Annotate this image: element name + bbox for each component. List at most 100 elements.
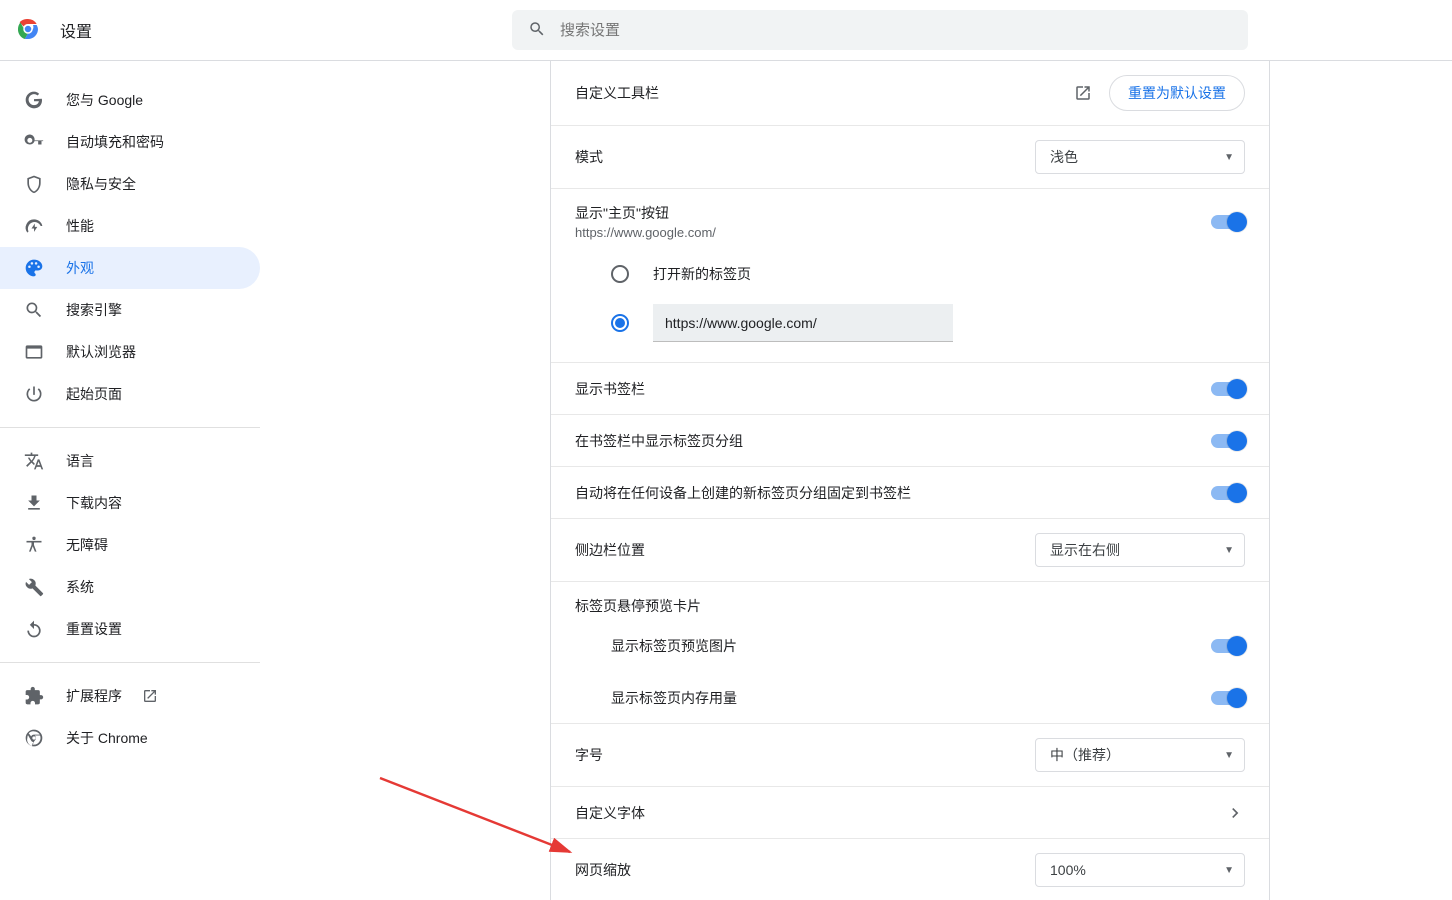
sidebar-item-performance[interactable]: 性能 (0, 205, 260, 247)
sidebar-label: 关于 Chrome (66, 728, 148, 748)
chrome-logo-icon (16, 17, 60, 44)
toggle-show-tab-groups[interactable] (1211, 434, 1245, 448)
sidebar-label: 性能 (66, 216, 94, 236)
label: 显示书签栏 (575, 379, 645, 399)
google-g-icon (24, 90, 44, 110)
row-pin-tab-groups: 自动将在任何设备上创建的新标签页分组固定到书签栏 (551, 467, 1269, 519)
sidebar-item-autofill[interactable]: 自动填充和密码 (0, 121, 260, 163)
sidebar-label: 无障碍 (66, 535, 108, 555)
sidebar-item-default-browser[interactable]: 默认浏览器 (0, 331, 260, 373)
label: 显示"主页"按钮 (575, 203, 716, 223)
caret-down-icon: ▼ (1224, 865, 1234, 876)
sidebar-item-about-chrome[interactable]: 关于 Chrome (0, 717, 260, 759)
sidebar-label: 扩展程序 (66, 686, 122, 706)
row-sidebar-position: 侧边栏位置 显示在右侧 ▼ (551, 519, 1269, 582)
sidebar-label: 重置设置 (66, 619, 122, 639)
caret-down-icon: ▼ (1224, 152, 1234, 163)
row-hover-card-memory: 显示标签页内存用量 (551, 672, 1269, 724)
toggle-hover-card-memory[interactable] (1211, 691, 1245, 705)
sidebar-position-select[interactable]: 显示在右侧 ▼ (1035, 533, 1245, 567)
label: 自定义字体 (575, 803, 645, 823)
settings-panel: 自定义工具栏 重置为默认设置 模式 浅色 ▼ 显示"主页"按钮 (550, 61, 1270, 900)
home-url-input[interactable] (653, 304, 953, 342)
extension-icon (24, 686, 44, 706)
row-customize-toolbar: 自定义工具栏 重置为默认设置 (551, 61, 1269, 126)
toggle-home-button[interactable] (1211, 215, 1245, 229)
sidebar-label: 系统 (66, 577, 94, 597)
home-current-url: https://www.google.com/ (575, 225, 716, 240)
select-value: 中（推荐） (1050, 745, 1120, 765)
toggle-show-bookmarks[interactable] (1211, 382, 1245, 396)
row-show-tab-groups: 在书签栏中显示标签页分组 (551, 415, 1269, 467)
power-icon (24, 384, 44, 404)
caret-down-icon: ▼ (1224, 545, 1234, 556)
label: 自动将在任何设备上创建的新标签页分组固定到书签栏 (575, 483, 911, 503)
reset-defaults-button[interactable]: 重置为默认设置 (1109, 75, 1245, 111)
sidebar-item-extensions[interactable]: 扩展程序 (0, 675, 260, 717)
key-icon (24, 132, 44, 152)
sidebar-label: 起始页面 (66, 384, 122, 404)
sidebar-label: 语言 (66, 451, 94, 471)
sidebar-item-search-engine[interactable]: 搜索引擎 (0, 289, 260, 331)
label: 网页缩放 (575, 860, 631, 880)
sidebar-label: 您与 Google (66, 90, 143, 110)
search-icon (528, 20, 560, 41)
sidebar-item-system[interactable]: 系统 (0, 566, 260, 608)
label: 自定义工具栏 (575, 83, 659, 103)
chevron-right-icon (1225, 803, 1245, 823)
radio-newtab-label: 打开新的标签页 (653, 264, 751, 284)
wrench-icon (24, 577, 44, 597)
shield-icon (24, 174, 44, 194)
row-show-bookmarks: 显示书签栏 (551, 363, 1269, 415)
sidebar-item-on-startup[interactable]: 起始页面 (0, 373, 260, 415)
page-zoom-select[interactable]: 100% ▼ (1035, 853, 1245, 887)
label: 在书签栏中显示标签页分组 (575, 431, 743, 451)
row-custom-fonts[interactable]: 自定义字体 (551, 787, 1269, 839)
label: 侧边栏位置 (575, 540, 645, 560)
search-input[interactable] (560, 22, 1232, 39)
row-home-custom-url (551, 294, 1269, 363)
radio-custom-url[interactable] (611, 314, 629, 332)
browser-icon (24, 342, 44, 362)
sidebar-item-downloads[interactable]: 下载内容 (0, 482, 260, 524)
sidebar-item-accessibility[interactable]: 无障碍 (0, 524, 260, 566)
row-home-newtab: 打开新的标签页 (551, 254, 1269, 294)
sidebar-item-privacy[interactable]: 隐私与安全 (0, 163, 260, 205)
app-header: 设置 (0, 0, 1452, 61)
sidebar-item-appearance[interactable]: 外观 (0, 247, 260, 289)
speedometer-icon (24, 216, 44, 236)
toggle-hover-card-image[interactable] (1211, 639, 1245, 653)
row-mode: 模式 浅色 ▼ (551, 126, 1269, 189)
sidebar-item-languages[interactable]: 语言 (0, 440, 260, 482)
row-page-zoom: 网页缩放 100% ▼ (551, 839, 1269, 900)
sidebar-label: 外观 (66, 258, 94, 278)
open-toolbar-customize-button[interactable] (1065, 75, 1101, 111)
label: 显示标签页预览图片 (611, 636, 737, 656)
sidebar-item-you-and-google[interactable]: 您与 Google (0, 79, 260, 121)
caret-down-icon: ▼ (1224, 750, 1234, 761)
sidebar-label: 隐私与安全 (66, 174, 136, 194)
sidebar-label: 搜索引擎 (66, 300, 122, 320)
label: 字号 (575, 745, 603, 765)
font-size-select[interactable]: 中（推荐） ▼ (1035, 738, 1245, 772)
select-value: 100% (1050, 862, 1086, 878)
sidebar-label: 下载内容 (66, 493, 122, 513)
search-box[interactable] (512, 10, 1248, 50)
mode-select[interactable]: 浅色 ▼ (1035, 140, 1245, 174)
hover-cards-title: 标签页悬停预览卡片 (551, 582, 1269, 620)
radio-newtab[interactable] (611, 265, 629, 283)
open-in-new-icon (142, 688, 158, 704)
page-title: 设置 (60, 18, 92, 42)
search-icon (24, 300, 44, 320)
reset-icon (24, 619, 44, 639)
sidebar-label: 自动填充和密码 (66, 132, 164, 152)
download-icon (24, 493, 44, 513)
sidebar-item-reset[interactable]: 重置设置 (0, 608, 260, 650)
sidebar-label: 默认浏览器 (66, 342, 136, 362)
select-value: 显示在右侧 (1050, 540, 1120, 560)
toggle-pin-tab-groups[interactable] (1211, 486, 1245, 500)
select-value: 浅色 (1050, 147, 1078, 167)
row-font-size: 字号 中（推荐） ▼ (551, 724, 1269, 787)
label: 显示标签页内存用量 (611, 688, 737, 708)
translate-icon (24, 451, 44, 471)
